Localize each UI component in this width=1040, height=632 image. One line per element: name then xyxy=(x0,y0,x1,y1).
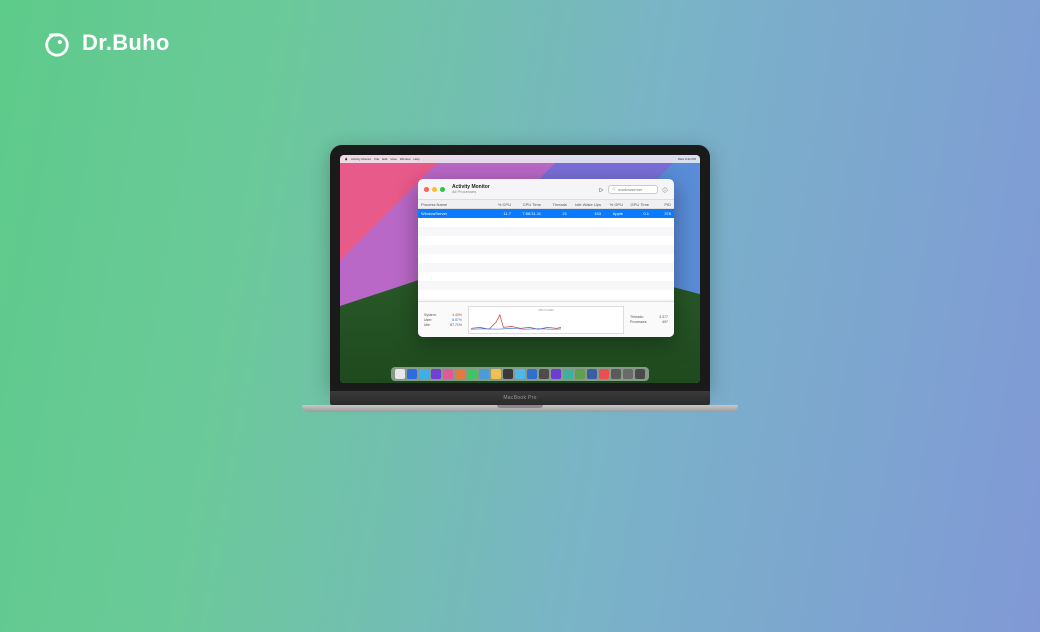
activity-monitor-window: Activity Monitor All Processes windowser… xyxy=(418,179,674,337)
table-row-selected[interactable]: WindowServer 11.7 7:58:31.11 21 153 Appl… xyxy=(418,209,674,218)
dock-app-icon[interactable] xyxy=(431,369,441,379)
idle-label: Idle: xyxy=(424,323,431,327)
menubar-help[interactable]: Help xyxy=(413,157,419,162)
search-icon xyxy=(612,187,616,191)
threads-label: Threads: xyxy=(630,315,644,319)
cell-pid: 378 xyxy=(652,211,674,216)
menubar-view[interactable]: View xyxy=(390,157,396,162)
column-headers[interactable]: Process Name % CPU CPU Time Threads Idle… xyxy=(418,199,674,209)
search-text: windowserver xyxy=(618,187,642,192)
col-cpu[interactable]: % CPU xyxy=(488,202,514,207)
idle-value: 87.71% xyxy=(450,323,462,327)
laptop-foot xyxy=(302,405,738,412)
dock-app-icon[interactable] xyxy=(479,369,489,379)
processes-label: Processes: xyxy=(630,320,647,324)
dock-app-icon[interactable] xyxy=(467,369,477,379)
dock-app-icon[interactable] xyxy=(623,369,633,379)
dock-app-icon[interactable] xyxy=(539,369,549,379)
menubar-clock[interactable]: Wed 3:42 PM xyxy=(678,157,696,161)
dock-app-icon[interactable] xyxy=(503,369,513,379)
menubar-edit[interactable]: Edit xyxy=(382,157,387,162)
search-field[interactable]: windowserver xyxy=(608,185,658,194)
menubar-file[interactable]: File xyxy=(374,157,379,162)
col-threads[interactable]: Threads xyxy=(544,202,570,207)
dock-app-icon[interactable] xyxy=(515,369,525,379)
dock-app-icon[interactable] xyxy=(491,369,501,379)
threads-value: 3,377 xyxy=(659,315,668,319)
dock-app-icon[interactable] xyxy=(599,369,609,379)
dock-app-icon[interactable] xyxy=(635,369,645,379)
desktop-screen: Activity Monitor File Edit View Window H… xyxy=(340,155,700,383)
dock-app-icon[interactable] xyxy=(443,369,453,379)
user-label: User: xyxy=(424,318,432,322)
cpu-footer: System: 3.45% User: 8.87% Idle: 87.71% CPU … xyxy=(418,301,674,337)
screen-bezel: Activity Monitor File Edit View Window H… xyxy=(330,145,710,391)
minimize-button[interactable] xyxy=(432,187,437,192)
window-subtitle: All Processes xyxy=(452,190,490,194)
cell-gpu-time: 0.1 xyxy=(626,211,652,216)
close-button[interactable] xyxy=(424,187,429,192)
dock-app-icon[interactable] xyxy=(551,369,561,379)
chart-sparkline-icon xyxy=(471,313,561,331)
window-title-block: Activity Monitor All Processes xyxy=(452,185,490,194)
cell-process-name: WindowServer xyxy=(418,211,488,216)
brand-logo: Dr.Buho xyxy=(42,28,170,58)
stop-process-icon[interactable] xyxy=(598,180,604,198)
cell-cpu: 11.7 xyxy=(488,211,514,216)
col-gpu-time[interactable]: GPU Time xyxy=(626,202,652,207)
menubar-left: Activity Monitor File Edit View Window H… xyxy=(344,157,420,162)
col-process-name[interactable]: Process Name xyxy=(418,202,488,207)
cell-threads: 21 xyxy=(544,211,570,216)
system-value: 3.45% xyxy=(452,313,462,317)
owl-icon xyxy=(42,28,72,58)
maximize-button[interactable] xyxy=(440,187,445,192)
dock-app-icon[interactable] xyxy=(611,369,621,379)
cell-gpu: Apple xyxy=(604,211,626,216)
laptop-notch xyxy=(497,405,543,408)
dock-app-icon[interactable] xyxy=(407,369,417,379)
dock-app-icon[interactable] xyxy=(455,369,465,379)
menubar-app-name[interactable]: Activity Monitor xyxy=(351,157,371,162)
brand-name: Dr.Buho xyxy=(82,30,170,56)
menubar-window[interactable]: Window xyxy=(400,157,411,162)
col-gpu[interactable]: % GPU xyxy=(604,202,626,207)
window-titlebar[interactable]: Activity Monitor All Processes windowser… xyxy=(418,179,674,199)
footer-stats-right: Threads: 3,377 Processes: 497 xyxy=(630,315,668,324)
dock-app-icon[interactable] xyxy=(575,369,585,379)
table-body-empty xyxy=(418,218,674,301)
toolbar-right: windowserver xyxy=(598,180,668,198)
macos-menubar[interactable]: Activity Monitor File Edit View Window H… xyxy=(340,155,700,163)
laptop-base: MacBook Pro xyxy=(330,391,710,405)
col-pid[interactable]: PID xyxy=(652,202,674,207)
laptop-mockup: Activity Monitor File Edit View Window H… xyxy=(330,145,710,412)
cpu-load-chart: CPU LOAD xyxy=(468,306,624,334)
dock-app-icon[interactable] xyxy=(419,369,429,379)
processes-value: 497 xyxy=(662,320,668,324)
cell-idle-wake: 153 xyxy=(570,211,604,216)
info-icon[interactable] xyxy=(662,180,668,198)
chart-label: CPU LOAD xyxy=(538,308,553,312)
user-value: 8.87% xyxy=(452,318,462,322)
macos-dock[interactable] xyxy=(391,367,649,381)
menubar-right: Wed 3:42 PM xyxy=(678,157,696,161)
cell-cpu-time: 7:58:31.11 xyxy=(514,211,544,216)
footer-stats-left: System: 3.45% User: 8.87% Idle: 87.71% xyxy=(424,313,462,327)
dock-app-icon[interactable] xyxy=(527,369,537,379)
dock-app-icon[interactable] xyxy=(395,369,405,379)
system-label: System: xyxy=(424,313,437,317)
laptop-model-label: MacBook Pro xyxy=(503,395,536,401)
traffic-lights xyxy=(424,187,445,192)
col-cpu-time[interactable]: CPU Time xyxy=(514,202,544,207)
dock-app-icon[interactable] xyxy=(563,369,573,379)
col-idle-wake[interactable]: Idle Wake Ups xyxy=(570,202,604,207)
dock-app-icon[interactable] xyxy=(587,369,597,379)
apple-menu-icon[interactable] xyxy=(344,157,348,162)
